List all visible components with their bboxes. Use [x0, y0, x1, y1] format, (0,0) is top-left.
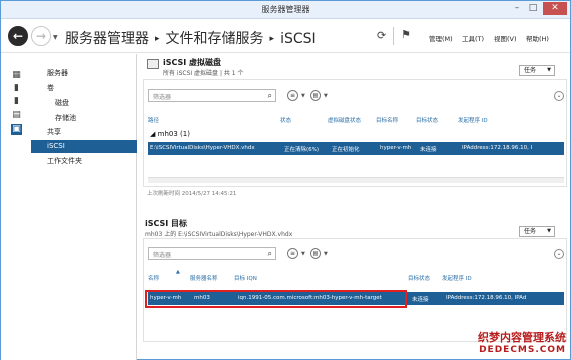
forward-arrow-icon[interactable]: → — [31, 26, 51, 46]
virtual-disks-subtitle: 所有 iSCSI 虚拟磁盘 | 共 1 个 — [163, 70, 244, 77]
local-server-icon[interactable]: ▮ — [11, 83, 22, 94]
server-manager-window: 服务器管理器 – □ ✕ ← → ▼ 服务器管理器 ▸ 文件和存储服务 ▸ iSCSI … — [0, 0, 571, 360]
cell-target-status: 未连接 — [420, 147, 437, 153]
sidebar-icon-column: ▦ ▮ ▮ ▤ ▣ — [1, 54, 31, 360]
cell-vdisk-status: 正在初始化 — [332, 147, 360, 153]
column-header-target-name[interactable]: 目标名称 — [376, 116, 398, 124]
horizontal-scrollbar[interactable] — [148, 177, 564, 183]
column-header-server-name[interactable]: 服务器名称 — [190, 274, 218, 282]
breadcrumb-separator-icon: ▸ — [155, 34, 160, 44]
chevron-down-icon[interactable]: ▼ — [324, 251, 328, 257]
file-services-icon[interactable]: ▤ — [11, 110, 22, 121]
cell-target-name: hyper-v-mh — [380, 145, 412, 151]
column-header-target-status[interactable]: 目标状态 — [408, 274, 430, 282]
column-header-status[interactable]: 状态 — [280, 116, 291, 124]
breadcrumb-iscsi[interactable]: iSCSI — [280, 31, 316, 47]
all-servers-icon[interactable]: ▮ — [11, 96, 22, 107]
targets-grid: 筛选器 ⌕ ≡ ▼ ▤ ▼ ⌄ 名称 ▲ 服务器名称 目标 IQN 目标状态 发… — [143, 238, 567, 342]
group-options-icon[interactable]: ▤ — [310, 90, 321, 101]
watermark: 织梦内容管理系统 DEDECMS.COM — [478, 329, 566, 355]
column-header-target-iqn[interactable]: 目标 IQN — [234, 274, 257, 282]
breadcrumb-server-manager[interactable]: 服务器管理器 — [65, 31, 149, 47]
window-title: 服务器管理器 — [261, 5, 310, 14]
vdisks-filter-placeholder: 筛选器 — [153, 94, 172, 101]
targets-filter-input[interactable]: 筛选器 ⌕ — [148, 247, 276, 260]
divider — [393, 27, 394, 45]
menu-manage[interactable]: 管理(M) — [429, 33, 453, 43]
group-collapse-icon[interactable]: ◢ — [150, 130, 155, 138]
chevron-down-icon[interactable]: ▼ — [324, 93, 328, 99]
targets-filter-placeholder: 筛选器 — [153, 252, 172, 259]
sort-ascending-icon: ▲ — [176, 269, 180, 275]
sidebar: ▦ ▮ ▮ ▤ ▣ 服务器 卷 磁盘 存储池 共享 iSCSI 工作文件夹 — [1, 54, 137, 360]
vdisks-filter-input[interactable]: 筛选器 ⌕ — [148, 89, 276, 102]
virtual-disk-icon — [147, 59, 159, 69]
refresh-icon[interactable]: ⟳ — [377, 29, 386, 42]
targets-subtitle: mh03 上的 E:\iSCSIVirtualDisks\Hyper-VHDX.… — [145, 231, 293, 238]
chevron-down-icon: ▼ — [547, 67, 551, 73]
targets-tasks-label: 任务 — [524, 228, 537, 235]
highlight-box — [145, 290, 407, 308]
history-dropdown-icon[interactable]: ▼ — [53, 34, 58, 41]
storage-services-icon[interactable]: ▣ — [11, 124, 22, 135]
column-header-vdisk-status[interactable]: 虚拟磁盘状态 — [328, 116, 361, 124]
sidebar-item-disks[interactable]: 磁盘 — [31, 97, 137, 110]
chevron-down-icon: ▼ — [547, 228, 551, 234]
notifications-flag-icon[interactable]: ⚑ — [401, 28, 411, 41]
navigation-bar: ← → ▼ 服务器管理器 ▸ 文件和存储服务 ▸ iSCSI ⟳ ⚑ 管理(M) 工具(… — [1, 19, 570, 53]
search-icon[interactable]: ⌕ — [268, 91, 272, 101]
vdisks-tasks-button[interactable]: 任务 ▼ — [519, 65, 555, 76]
cell-initiator-id: IPAddress:172.18.96.10, I — [462, 145, 533, 151]
dashboard-icon[interactable]: ▦ — [11, 70, 22, 81]
sidebar-item-storage-pools[interactable]: 存储池 — [31, 112, 137, 125]
virtual-disks-panel: iSCSI 虚拟磁盘 所有 iSCSI 虚拟磁盘 | 共 1 个 任务 ▼ 筛选… — [143, 57, 567, 207]
vdisks-tasks-label: 任务 — [524, 67, 537, 74]
cell-target-status: 未连接 — [412, 297, 429, 303]
column-header-initiator-id[interactable]: 发起程序 ID — [458, 116, 488, 124]
cell-status: 正在清除(6%) — [284, 147, 320, 153]
column-header-name-label: 名称 — [148, 276, 160, 282]
breadcrumb-file-storage[interactable]: 文件和存储服务 — [166, 31, 264, 47]
minimize-icon[interactable]: – — [510, 3, 524, 13]
menu-help[interactable]: 帮助(H) — [526, 33, 549, 43]
column-header-target-status[interactable]: 目标状态 — [416, 116, 438, 124]
menu-view[interactable]: 视图(V) — [494, 33, 517, 43]
collapse-icon[interactable]: ⌄ — [554, 91, 564, 101]
cell-path: E:\iSCSIVirtualDisks\Hyper-VHDX.vhdx — [150, 145, 255, 151]
sidebar-item-work-folders[interactable]: 工作文件夹 — [31, 155, 137, 168]
close-icon[interactable]: ✕ — [543, 2, 567, 15]
list-options-icon[interactable]: ≡ — [287, 90, 298, 101]
chevron-down-icon[interactable]: ▼ — [301, 93, 305, 99]
menu-tools[interactable]: 工具(T) — [462, 33, 484, 43]
title-bar: 服务器管理器 – □ ✕ — [1, 1, 570, 19]
cell-initiator-id: IPAddress:172.18.96.10, IPAd — [446, 295, 527, 301]
breadcrumb: 服务器管理器 ▸ 文件和存储服务 ▸ iSCSI — [65, 28, 316, 48]
sidebar-item-iscsi[interactable]: iSCSI — [31, 140, 137, 153]
group-header[interactable]: ◢ mh03 (1) — [150, 130, 190, 138]
column-header-initiator-id[interactable]: 发起程序 ID — [442, 274, 472, 282]
group-label: mh03 (1) — [157, 130, 190, 138]
column-header-path[interactable]: 路径 — [148, 116, 159, 124]
last-refresh-text: 上次刷新时间 2014/5/27 14:45:21 — [147, 191, 237, 197]
breadcrumb-separator-icon: ▸ — [269, 34, 275, 44]
list-options-icon[interactable]: ≡ — [287, 248, 298, 259]
column-header-name[interactable]: 名称 ▲ — [148, 269, 180, 282]
watermark-line1: 织梦内容管理系统 — [478, 331, 566, 344]
search-icon[interactable]: ⌕ — [268, 249, 272, 259]
group-options-icon[interactable]: ▤ — [310, 248, 321, 259]
maximize-icon[interactable]: □ — [526, 3, 540, 13]
chevron-down-icon[interactable]: ▼ — [301, 251, 305, 257]
sidebar-item-shares[interactable]: 共享 — [31, 126, 137, 139]
virtual-disks-grid: 筛选器 ⌕ ≡ ▼ ▤ ▼ ⌄ 路径 状态 虚拟磁盘状态 目标名称 目标状态 发… — [143, 79, 567, 187]
collapse-icon[interactable]: ⌄ — [554, 249, 564, 259]
sidebar-item-servers[interactable]: 服务器 — [31, 67, 137, 80]
table-row[interactable]: E:\iSCSIVirtualDisks\Hyper-VHDX.vhdx 正在清… — [148, 142, 564, 155]
targets-title: iSCSI 目标 — [145, 219, 188, 228]
virtual-disks-title: iSCSI 虚拟磁盘 — [163, 58, 222, 67]
targets-tasks-button[interactable]: 任务 ▼ — [519, 226, 555, 237]
sidebar-item-volumes[interactable]: 卷 — [31, 82, 137, 95]
back-arrow-icon[interactable]: ← — [8, 26, 28, 46]
watermark-line2: DEDECMS.COM — [479, 345, 566, 355]
